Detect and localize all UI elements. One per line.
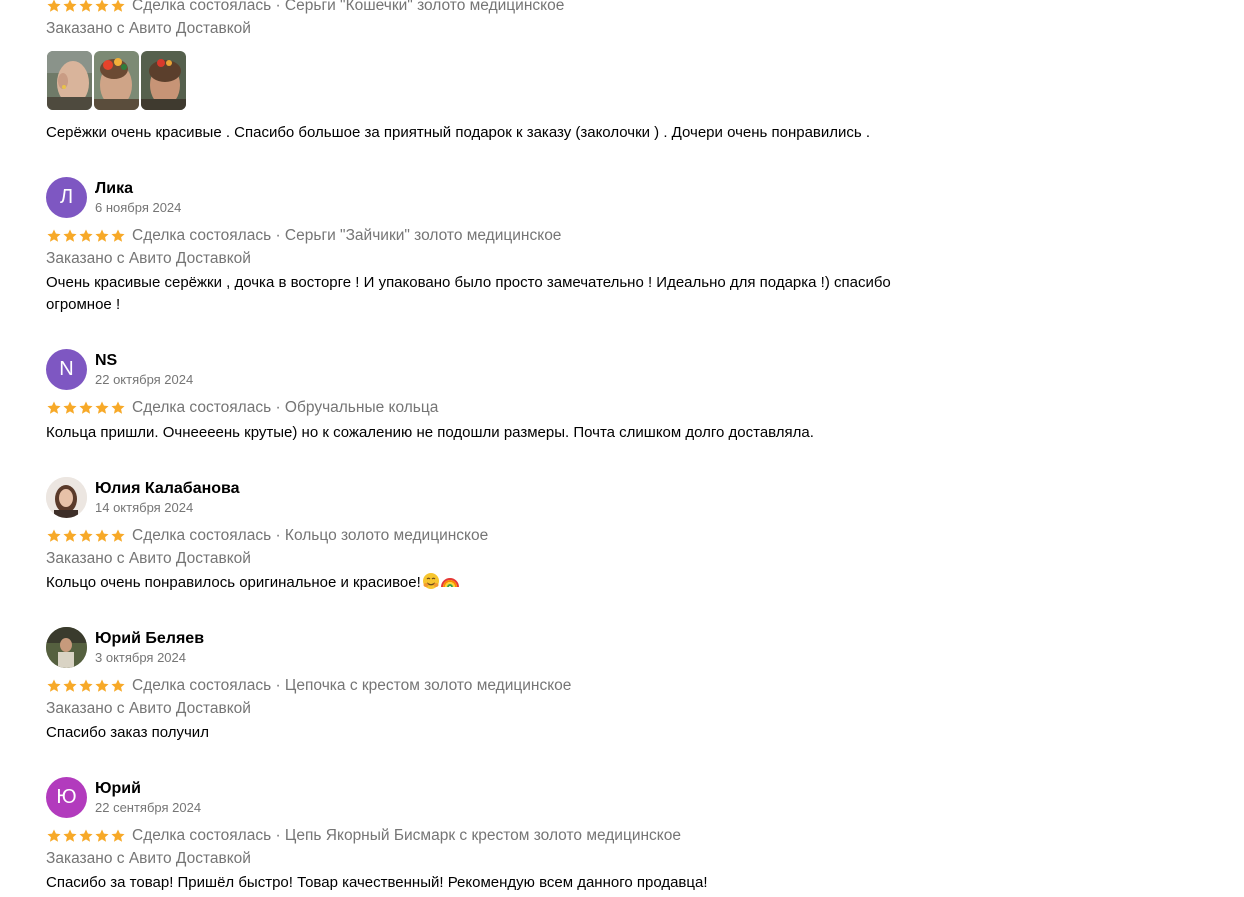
- avatar[interactable]: Л: [46, 177, 87, 218]
- deal-meta: Сделка состоялась · Цепочка с крестом зо…: [132, 677, 572, 694]
- avatar[interactable]: N: [46, 349, 87, 390]
- star-icon: [110, 0, 126, 14]
- deal-meta: Сделка состоялась · Цепь Якорный Бисмарк…: [132, 827, 681, 844]
- star-icon: [62, 228, 78, 244]
- star-icon: [94, 228, 110, 244]
- review-date: 22 октября 2024: [95, 372, 194, 387]
- avatar[interactable]: Ю: [46, 777, 87, 818]
- deal-meta: Сделка состоялась · Кольцо золото медици…: [132, 527, 489, 544]
- deal-meta: Сделка состоялась · Обручальные кольца: [132, 399, 439, 416]
- review-text: Очень красивые серёжки , дочка в восторг…: [46, 272, 946, 316]
- rating-stars: [46, 228, 126, 244]
- star-icon: [94, 400, 110, 416]
- star-icon: [94, 828, 110, 844]
- star-icon: [46, 678, 62, 694]
- review-date: 6 ноября 2024: [95, 200, 182, 215]
- avatar-letter: Л: [59, 186, 74, 208]
- delivery-note: Заказано с Авито Доставкой: [46, 850, 251, 867]
- star-icon: [46, 0, 62, 14]
- review-date: 14 октября 2024: [95, 500, 194, 515]
- star-icon: [78, 228, 94, 244]
- delivery-note: Заказано с Авито Доставкой: [46, 20, 251, 37]
- review-date: 3 октября 2024: [95, 650, 186, 665]
- star-icon: [46, 228, 62, 244]
- smiling-hug-emoji: [422, 572, 440, 590]
- rating-stars: [46, 678, 126, 694]
- review-text: Кольцо очень понравилось оригинальное и …: [46, 572, 946, 594]
- review-date: 22 сентября 2024: [95, 800, 202, 815]
- delivery-note: Заказано с Авито Доставкой: [46, 700, 251, 717]
- deal-meta: Сделка состоялась · Серьги "Кошечки" зол…: [132, 0, 565, 14]
- delivery-note: Заказано с Авито Доставкой: [46, 550, 251, 567]
- review-photo[interactable]: [94, 51, 139, 110]
- review-text: Серёжки очень красивые . Спасибо большое…: [46, 124, 871, 141]
- star-icon: [94, 0, 110, 14]
- review-photo[interactable]: [141, 51, 186, 110]
- reviewer-name[interactable]: NS: [95, 351, 117, 371]
- star-icon: [78, 528, 94, 544]
- star-icon: [78, 400, 94, 416]
- rating-stars: [46, 828, 126, 844]
- review-text: Кольца пришли. Очнееeень крутые) но к со…: [46, 424, 814, 441]
- star-icon: [110, 678, 126, 694]
- review-text: Спасибо за товар! Пришёл быстро! Товар к…: [46, 874, 708, 891]
- star-icon: [94, 678, 110, 694]
- delivery-note: Заказано с Авито Доставкой: [46, 250, 251, 267]
- star-icon: [62, 528, 78, 544]
- rating-stars: [46, 0, 126, 14]
- review-text-line: Очень красивые серёжки , дочка в восторг…: [46, 274, 891, 291]
- reviewer-name[interactable]: Юрий: [95, 779, 141, 799]
- review-text-body: Кольцо очень понравилось оригинальное и …: [46, 574, 421, 591]
- star-icon: [62, 678, 78, 694]
- avatar-letter: Ю: [56, 786, 77, 808]
- avatar-letter: N: [59, 358, 74, 380]
- star-icon: [110, 228, 126, 244]
- avatar[interactable]: [46, 477, 87, 518]
- star-icon: [110, 400, 126, 416]
- star-icon: [78, 0, 94, 14]
- star-icon: [46, 528, 62, 544]
- review-text: Спасибо заказ получил: [46, 724, 209, 741]
- star-icon: [46, 828, 62, 844]
- star-icon: [62, 0, 78, 14]
- rating-stars: [46, 400, 126, 416]
- star-icon: [78, 828, 94, 844]
- deal-meta: Сделка состоялась · Серьги "Зайчики" зол…: [132, 227, 562, 244]
- rainbow-emoji: [440, 572, 459, 590]
- reviewer-name[interactable]: Лика: [95, 179, 133, 199]
- star-icon: [62, 828, 78, 844]
- star-icon: [94, 528, 110, 544]
- reviewer-name[interactable]: Юлия Калабанова: [95, 479, 240, 499]
- star-icon: [110, 528, 126, 544]
- star-icon: [78, 678, 94, 694]
- review-photo[interactable]: [47, 51, 92, 110]
- star-icon: [62, 400, 78, 416]
- star-icon: [46, 400, 62, 416]
- review-text-line: огромное !: [46, 296, 121, 313]
- reviewer-name[interactable]: Юрий Беляев: [95, 629, 204, 649]
- rating-stars: [46, 528, 126, 544]
- avatar[interactable]: [46, 627, 87, 668]
- star-icon: [110, 828, 126, 844]
